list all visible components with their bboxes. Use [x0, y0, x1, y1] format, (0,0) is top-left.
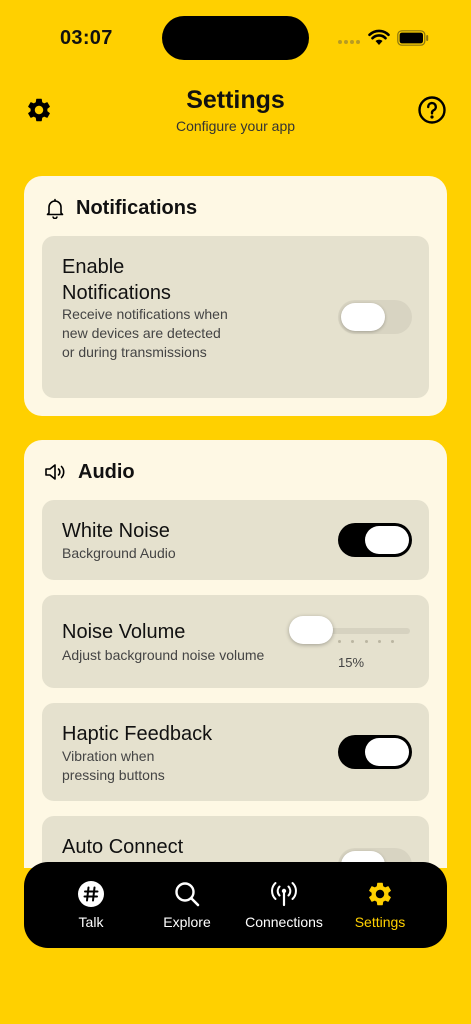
- haptic-feedback-toggle[interactable]: [338, 735, 412, 769]
- toggle-knob: [365, 526, 409, 554]
- hashtag-icon: [78, 881, 104, 907]
- tab-talk[interactable]: Talk: [52, 862, 130, 948]
- enable-notifications-description: Receive notifications when new devices a…: [62, 306, 228, 360]
- tab-talk-label: Talk: [78, 914, 104, 930]
- page-title: Settings: [186, 86, 285, 114]
- tab-explore[interactable]: Explore: [148, 862, 226, 948]
- enable-notifications-title: Enable Notifications: [62, 256, 171, 304]
- search-icon: [175, 882, 200, 907]
- white-noise-row: White Noise Background Audio: [42, 500, 429, 580]
- haptic-feedback-row: Haptic Feedback Vibration when pressing …: [42, 703, 429, 801]
- tab-connections-label: Connections: [245, 914, 323, 930]
- notifications-card: Notifications Enable Notifications Recei…: [24, 176, 447, 416]
- notifications-heading-label: Notifications: [76, 196, 198, 219]
- page-subtitle: Configure your app: [175, 118, 296, 134]
- toggle-knob: [365, 738, 409, 766]
- slider-thumb[interactable]: [288, 616, 333, 644]
- audio-card: Audio White Noise Background Audio Noise…: [24, 440, 447, 906]
- slider-ticks: [338, 640, 394, 643]
- battery-icon: [397, 30, 429, 46]
- dynamic-island: [162, 16, 309, 60]
- status-time: 03:07: [60, 27, 113, 49]
- haptic-feedback-title: Haptic Feedback: [62, 723, 213, 745]
- tab-settings-label: Settings: [354, 914, 406, 930]
- noise-volume-title: Noise Volume: [62, 621, 186, 643]
- noise-volume-description: Adjust background noise volume: [62, 647, 265, 663]
- tab-connections[interactable]: Connections: [238, 862, 330, 948]
- bell-icon: [46, 198, 64, 219]
- notifications-heading: Notifications: [44, 196, 197, 220]
- audio-heading: Audio: [44, 460, 135, 484]
- white-noise-description: Background Audio: [62, 545, 176, 561]
- auto-connect-title: Auto Connect: [62, 836, 184, 858]
- audio-heading-label: Audio: [78, 460, 135, 483]
- cellular-signal-icon: [338, 38, 362, 44]
- white-noise-toggle[interactable]: [338, 523, 412, 557]
- gear-icon: [369, 882, 391, 906]
- tab-settings[interactable]: Settings: [340, 862, 420, 948]
- noise-volume-slider[interactable]: [288, 616, 410, 644]
- wifi-icon: [368, 29, 390, 45]
- antenna-icon: [271, 882, 297, 907]
- help-circle-icon[interactable]: [417, 95, 447, 125]
- haptic-feedback-description: Vibration when pressing buttons: [62, 748, 165, 783]
- status-bar: 03:07: [0, 0, 471, 70]
- tab-bar: Talk Explore Connections Settings: [24, 862, 447, 948]
- noise-volume-row: Noise Volume Adjust background noise vol…: [42, 595, 429, 688]
- enable-notifications-toggle[interactable]: [338, 300, 412, 334]
- white-noise-title: White Noise: [62, 520, 170, 542]
- noise-volume-value: 15%: [338, 655, 365, 670]
- tab-explore-label: Explore: [163, 914, 211, 930]
- toggle-knob: [341, 303, 385, 331]
- speaker-icon: [45, 464, 65, 480]
- enable-notifications-row: Enable Notifications Receive notificatio…: [42, 236, 429, 398]
